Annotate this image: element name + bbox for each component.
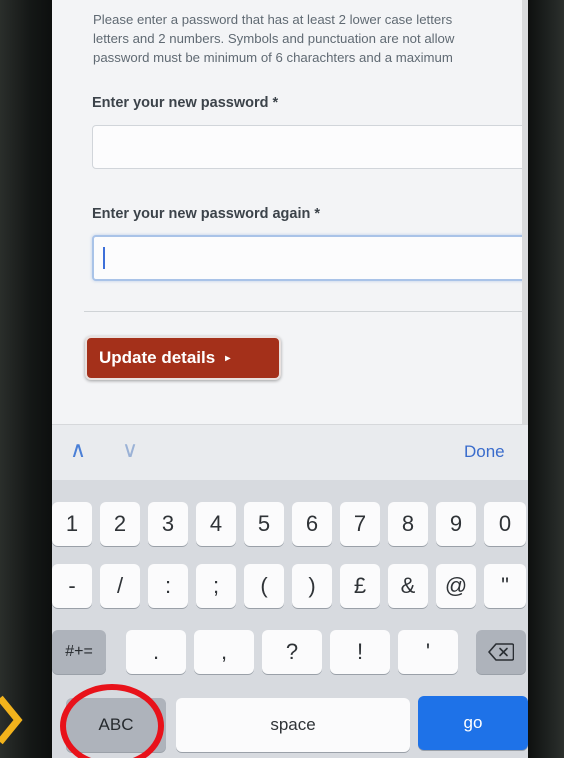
web-page: Please enter a password that has at leas… (52, 0, 528, 424)
key-at[interactable]: @ (436, 564, 476, 608)
key-slash[interactable]: / (100, 564, 140, 608)
done-button[interactable]: Done (464, 442, 505, 462)
key-semicolon[interactable]: ; (196, 564, 236, 608)
key-exclamation[interactable]: ! (330, 630, 390, 674)
key-quote[interactable]: " (484, 564, 526, 608)
new-password-field[interactable] (92, 125, 528, 169)
keyboard-toolbar: ∧ ∨ Done (52, 424, 528, 480)
key-7[interactable]: 7 (340, 502, 380, 546)
play-arrow-icon: ▸ (225, 352, 231, 364)
key-9[interactable]: 9 (436, 502, 476, 546)
key-4[interactable]: 4 (196, 502, 236, 546)
key-pound[interactable]: £ (340, 564, 380, 608)
new-password-label: Enter your new password * (92, 95, 279, 111)
highlight-arrow-icon (0, 695, 23, 745)
instructions-line: letters and 2 numbers. Symbols and punct… (93, 31, 455, 46)
key-period[interactable]: . (126, 630, 186, 674)
key-8[interactable]: 8 (388, 502, 428, 546)
key-1[interactable]: 1 (52, 502, 92, 546)
instructions-line: password must be minimum of 6 charachter… (93, 50, 453, 65)
key-3[interactable]: 3 (148, 502, 188, 546)
chevron-up-icon[interactable]: ∧ (70, 439, 86, 461)
update-details-button[interactable]: Update details ▸ (85, 336, 281, 380)
phone-screen: Please enter a password that has at leas… (52, 0, 528, 758)
key-0[interactable]: 0 (484, 502, 526, 546)
key-hyphen[interactable]: - (52, 564, 92, 608)
new-password-again-field[interactable] (92, 235, 528, 281)
key-2[interactable]: 2 (100, 502, 140, 546)
key-more-symbols[interactable]: #+= (52, 630, 106, 674)
instructions-line: Please enter a password that has at leas… (93, 12, 453, 27)
text-caret (103, 247, 105, 269)
key-colon[interactable]: : (148, 564, 188, 608)
key-close-paren[interactable]: ) (292, 564, 332, 608)
divider (84, 311, 528, 312)
new-password-again-label: Enter your new password again * (92, 206, 321, 222)
key-apostrophe[interactable]: ' (398, 630, 458, 674)
phone-bezel-left (0, 0, 52, 758)
key-5[interactable]: 5 (244, 502, 284, 546)
password-instructions: Please enter a password that has at leas… (93, 10, 528, 67)
go-key[interactable]: go (418, 696, 528, 750)
key-comma[interactable]: , (194, 630, 254, 674)
backspace-key[interactable] (476, 630, 526, 674)
space-key[interactable]: space (176, 698, 410, 752)
page-edge (522, 0, 528, 424)
chevron-down-icon[interactable]: ∨ (122, 439, 138, 461)
highlight-circle (60, 684, 164, 758)
key-ampersand[interactable]: & (388, 564, 428, 608)
phone-bezel-right (528, 0, 564, 758)
key-6[interactable]: 6 (292, 502, 332, 546)
key-question[interactable]: ? (262, 630, 322, 674)
key-open-paren[interactable]: ( (244, 564, 284, 608)
update-details-label: Update details (99, 348, 216, 367)
backspace-icon (488, 643, 514, 661)
